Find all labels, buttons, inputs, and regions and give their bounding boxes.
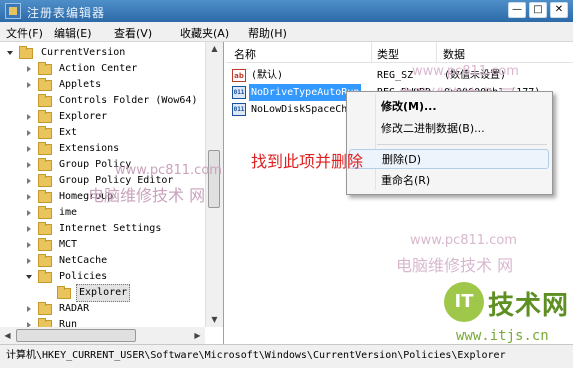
expand-arrow-icon[interactable] [27,306,31,312]
watermark-site: www.pc811.com [410,233,517,248]
watermark-site: www.pc811.com [412,64,519,79]
regedit-app-icon [5,3,21,19]
expand-arrow-icon[interactable] [27,210,31,216]
menu-view[interactable]: 查看(V) [114,25,152,41]
menu-edit[interactable]: 编辑(E) [54,25,92,41]
column-header-data[interactable]: 数据 [443,46,465,62]
folder-icon [38,206,52,219]
watermark-brand: 电脑维修技术 网 [396,256,514,275]
logo-mark: IT [444,282,484,322]
folder-open-icon [38,270,52,283]
expand-arrow-icon[interactable] [7,51,13,55]
tree-vertical-scrollbar[interactable]: ▲ ▼ [205,42,223,327]
folder-icon [38,222,52,235]
expand-arrow-icon[interactable] [27,178,31,184]
folder-icon [38,302,52,315]
binary-value-icon: 011 [232,103,246,116]
scroll-down-icon[interactable]: ▼ [207,313,222,327]
folder-open-icon [57,286,71,299]
tree-horizontal-scrollbar[interactable]: ◀ ▶ [0,327,205,344]
maximize-button[interactable]: □ [529,2,547,18]
status-path: 计算机\HKEY_CURRENT_USER\Software\Microsoft… [6,350,506,361]
binary-value-icon: 011 [232,86,246,99]
expand-arrow-icon[interactable] [27,194,31,200]
title-bar: 注册表编辑器 — □ ✕ [0,0,573,22]
menu-item-rename[interactable]: 重命名(R) [349,171,549,191]
site-logo: IT 技术网 [444,282,569,326]
logo-url: www.itjs.cn [456,328,549,344]
minimize-button[interactable]: — [508,2,526,18]
scroll-thumb[interactable] [208,150,220,208]
menu-bar: 文件(F) 编辑(E) 查看(V) 收藏夹(A) 帮助(H) [0,22,573,42]
list-header: 名称 类型 数据 [226,42,573,63]
folder-icon [38,62,52,75]
scroll-right-icon[interactable]: ▶ [190,329,205,343]
instruction-annotation: 找到此项并删除 [251,152,364,171]
column-divider[interactable] [371,42,372,62]
column-divider[interactable] [436,42,437,62]
close-button[interactable]: ✕ [550,2,568,18]
context-menu: 修改(M)... 修改二进制数据(B)... 删除(D) 重命名(R) [346,91,553,195]
folder-icon [38,78,52,91]
menu-item-modify-binary[interactable]: 修改二进制数据(B)... [349,119,549,139]
expand-arrow-icon[interactable] [27,242,31,248]
folder-icon [38,238,52,251]
menu-favorites[interactable]: 收藏夹(A) [180,25,229,41]
logo-text: 技术网 [488,291,570,321]
string-value-icon: ab [232,69,246,82]
scroll-up-icon[interactable]: ▲ [207,42,222,56]
expand-arrow-icon[interactable] [27,130,31,136]
watermark-brand: 电脑维修技术 网 [88,186,206,205]
scroll-left-icon[interactable]: ◀ [0,329,15,343]
status-bar: 计算机\HKEY_CURRENT_USER\Software\Microsoft… [0,344,573,368]
folder-icon [38,174,52,187]
scroll-thumb[interactable] [16,329,136,342]
column-header-name[interactable]: 名称 [234,46,256,62]
folder-icon [38,142,52,155]
folder-open-icon [19,46,33,59]
menu-help[interactable]: 帮助(H) [248,25,287,41]
folder-icon [38,190,52,203]
expand-arrow-icon[interactable] [27,258,31,264]
folder-icon [38,110,52,123]
expand-arrow-icon[interactable] [27,114,31,120]
expand-arrow-icon[interactable] [26,275,32,279]
menu-separator [377,144,547,145]
folder-icon [38,94,52,107]
folder-icon [38,254,52,267]
expand-arrow-icon[interactable] [27,226,31,232]
menu-file[interactable]: 文件(F) [6,25,43,41]
window-title: 注册表编辑器 [27,6,106,20]
expand-arrow-icon[interactable] [27,82,31,88]
menu-item-modify[interactable]: 修改(M)... [349,97,549,117]
column-header-type[interactable]: 类型 [377,46,399,62]
watermark-site: www.pc811.com [115,163,222,178]
folder-icon [38,158,52,171]
folder-icon [38,126,52,139]
expand-arrow-icon[interactable] [27,162,31,168]
menu-item-delete[interactable]: 删除(D) [349,149,549,169]
expand-arrow-icon[interactable] [27,66,31,72]
expand-arrow-icon[interactable] [27,146,31,152]
